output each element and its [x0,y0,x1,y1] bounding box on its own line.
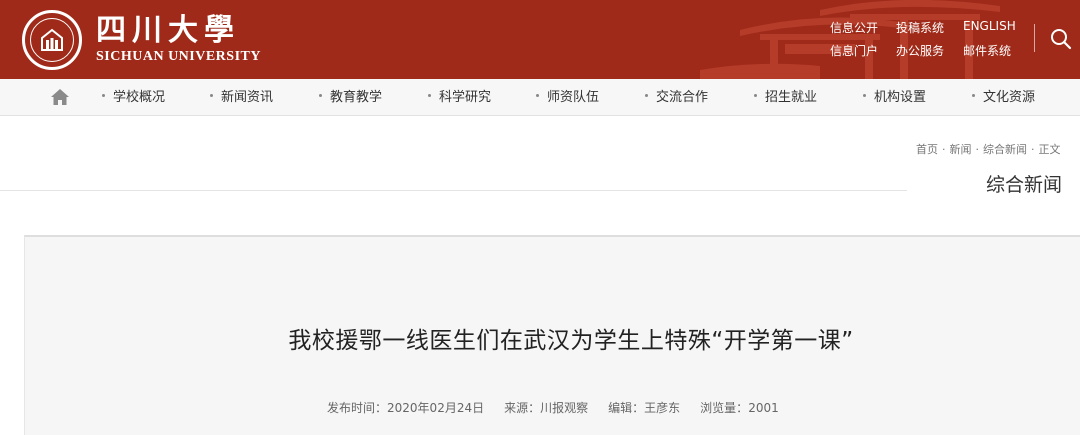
link-english[interactable]: ENGLISH [963,19,1023,36]
publish-label: 发布时间： [327,401,388,415]
breadcrumb: 首页 · 新闻 · 综合新闻 · 正文 [916,141,1061,157]
site-logo[interactable]: 四川大學 SICHUAN UNIVERSITY [22,10,261,70]
breadcrumb-separator: · [1031,143,1035,156]
header-divider [1034,24,1035,52]
breadcrumb-news[interactable]: 新闻 [950,143,972,156]
link-submission-system[interactable]: 投稿系统 [896,19,963,36]
publish-date: 2020年02月24日 [387,401,485,415]
university-seal-icon [22,10,82,70]
article-card: 我校援鄂一线医生们在武汉为学生上特殊“开学第一课” 发布时间：2020年02月2… [24,235,1080,435]
breadcrumb-current: 正文 [1038,143,1061,156]
views-count: 2001 [748,401,779,415]
link-info-portal[interactable]: 信息门户 [830,42,896,59]
source-label: 来源： [504,401,541,415]
nav-item-admissions[interactable]: 招生就业 [754,79,817,116]
breadcrumb-home[interactable]: 首页 [916,143,938,156]
search-icon[interactable] [1050,28,1072,50]
nav-item-exchange[interactable]: 交流合作 [645,79,708,116]
nav-item-departments[interactable]: 机构设置 [863,79,926,116]
nav-item-education[interactable]: 教育教学 [319,79,382,116]
breadcrumb-general-news[interactable]: 综合新闻 [983,143,1027,156]
nav-item-faculty[interactable]: 师资队伍 [536,79,599,116]
views-label: 浏览量： [700,401,749,415]
top-links: 信息公开 投稿系统 ENGLISH 信息门户 办公服务 邮件系统 [830,19,1023,59]
link-mail-system[interactable]: 邮件系统 [963,42,1023,59]
link-info-disclosure[interactable]: 信息公开 [830,19,896,36]
breadcrumb-separator: · [975,143,980,156]
home-icon[interactable] [50,88,70,106]
main-nav: 学校概况 新闻资讯 教育教学 科学研究 师资队伍 交流合作 招生就业 机构设置 … [0,79,1080,116]
breadcrumb-separator: · [942,143,946,156]
article-meta: 发布时间：2020年02月24日 来源：川报观察 编辑：王彦东 浏览量：2001 [327,399,779,416]
logo-english-name: SICHUAN UNIVERSITY [96,49,261,64]
editor-value: 王彦东 [644,401,681,415]
link-office-services[interactable]: 办公服务 [896,42,963,59]
editor-label: 编辑： [608,401,645,415]
site-header: 四川大學 SICHUAN UNIVERSITY 信息公开 投稿系统 ENGLIS… [0,0,1080,79]
logo-chinese-name: 四川大學 [96,13,240,48]
article-title: 我校援鄂一线医生们在武汉为学生上特殊“开学第一课” [288,328,854,354]
section-divider [0,190,907,191]
nav-item-culture[interactable]: 文化资源 [972,79,1035,116]
section-title: 综合新闻 [986,174,1063,196]
nav-item-research[interactable]: 科学研究 [428,79,491,116]
source-value: 川报观察 [540,401,589,415]
nav-item-news[interactable]: 新闻资讯 [210,79,273,116]
nav-item-about[interactable]: 学校概况 [102,79,165,116]
